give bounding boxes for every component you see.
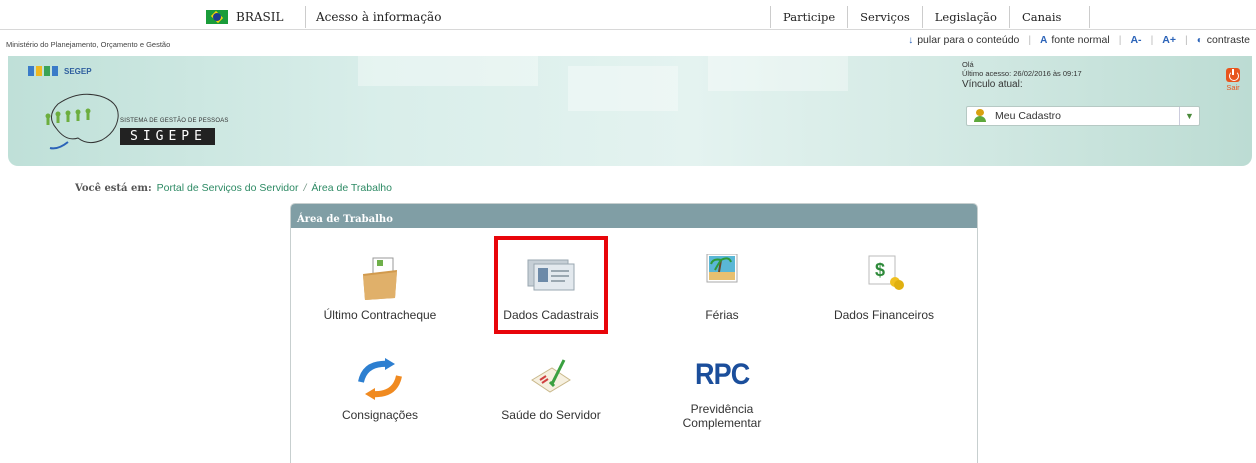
tile-consignacoes[interactable]: Consignações: [295, 354, 465, 422]
user-icon: [973, 109, 987, 123]
chevron-down-icon: ▼: [1179, 107, 1199, 125]
tile-label: Previdência Complementar: [682, 402, 762, 430]
area-de-trabalho-panel: Área de Trabalho Último Contracheque Dad…: [290, 203, 978, 463]
user-info: Olá Último acesso: 26/02/2016 às 09:17 V…: [962, 60, 1082, 90]
normal-font-link[interactable]: A fonte normal: [1040, 34, 1110, 46]
tile-previdencia-complementar[interactable]: RPC Previdência Complementar: [637, 350, 807, 430]
font-icon: A: [1040, 34, 1048, 46]
last-access: Último acesso: 26/02/2016 às 09:17: [962, 69, 1082, 78]
tile-saude-do-servidor[interactable]: Saúde do Servidor: [466, 354, 636, 422]
tile-ferias[interactable]: Férias: [637, 253, 807, 322]
normal-font-label: fonte normal: [1051, 34, 1110, 46]
breadcrumb-portal-link[interactable]: Portal de Serviços do Servidor: [157, 182, 299, 194]
nav-canais[interactable]: Canais: [1008, 6, 1091, 28]
increase-font-link[interactable]: A+: [1162, 34, 1176, 46]
rpc-icon: RPC: [687, 350, 757, 400]
panel-header: Área de Trabalho: [291, 204, 977, 228]
highlight-box: [494, 236, 608, 334]
gov-bar: BRASIL Acesso à informação Participe Ser…: [0, 0, 1256, 30]
breadcrumb: Você está em: Portal de Serviços do Serv…: [75, 182, 392, 194]
tile-ultimo-contracheque[interactable]: Último Contracheque: [295, 254, 465, 322]
gov-nav: Participe Serviços Legislação Canais: [770, 6, 1091, 28]
power-icon: [1226, 68, 1240, 82]
panel-title: Área de Trabalho: [297, 214, 393, 225]
nav-servicos[interactable]: Serviços: [847, 6, 922, 28]
accessibility-bar: Ministério do Planejamento, Orçamento e …: [0, 30, 1256, 56]
health-check-icon: [526, 354, 576, 404]
brasil-link[interactable]: BRASIL: [206, 6, 307, 28]
vinculo-selected: Meu Cadastro: [995, 110, 1061, 122]
segep-logo[interactable]: SEGEP: [28, 66, 92, 76]
rpc-icon-text: RPC: [694, 358, 750, 391]
ministerio-label: Ministério do Planejamento, Orçamento e …: [6, 40, 171, 49]
sigepe-title: SIGEPE: [120, 128, 215, 145]
breadcrumb-prefix: Você está em:: [75, 183, 152, 194]
arrow-down-icon: ↓: [908, 34, 914, 46]
beach-picture-icon: [697, 253, 747, 304]
folder-document-icon: [355, 254, 405, 304]
breadcrumb-separator: /: [303, 182, 307, 194]
nav-participe[interactable]: Participe: [770, 6, 847, 28]
vinculo-label: Vínculo atual:: [962, 79, 1023, 90]
segep-label: SEGEP: [64, 66, 92, 76]
breadcrumb-current: Área de Trabalho: [311, 182, 392, 194]
segep-mark-icon: [28, 66, 58, 76]
logout-label: Sair: [1226, 83, 1240, 92]
arrow-circle-icon: [355, 354, 405, 404]
vinculo-select[interactable]: Meu Cadastro ▼: [966, 106, 1200, 126]
sigepe-logo[interactable]: SISTEMA DE GESTÃO DE PESSOAS SIGEPE: [38, 84, 238, 154]
contrast-link[interactable]: ◐ contraste: [1197, 34, 1250, 46]
decrease-font-link[interactable]: A-: [1130, 34, 1141, 46]
money-dollar-icon: $: [859, 254, 909, 304]
skip-to-content-label: pular para o conteúdo: [917, 34, 1020, 46]
decrease-font-label: A-: [1130, 34, 1142, 46]
sigepe-subtitle: SISTEMA DE GESTÃO DE PESSOAS: [120, 118, 229, 124]
contrast-icon: ◐: [1196, 34, 1203, 46]
tile-dados-financeiros[interactable]: $ Dados Financeiros: [799, 254, 969, 322]
increase-font-label: A+: [1162, 34, 1177, 46]
tile-label: Último Contracheque: [323, 308, 437, 322]
contrast-label: contraste: [1206, 34, 1250, 46]
accessibility-links: ↓ pular para o conteúdo | A fonte normal…: [908, 34, 1250, 46]
tile-label: Dados Financeiros: [833, 308, 935, 322]
acesso-informacao-link[interactable]: Acesso à informação: [316, 10, 441, 24]
brazil-flag-icon: [206, 10, 228, 24]
svg-text:$: $: [875, 260, 885, 280]
tile-label: Consignações: [341, 408, 419, 422]
logout-button[interactable]: Sair: [1222, 68, 1244, 92]
tile-label: Saúde do Servidor: [501, 408, 601, 422]
skip-to-content-link[interactable]: ↓ pular para o conteúdo: [908, 34, 1019, 46]
brasil-label: BRASIL: [236, 10, 284, 24]
nav-legislacao[interactable]: Legislação: [921, 6, 1009, 28]
tile-label: Férias: [705, 308, 739, 322]
greeting: Olá: [962, 60, 974, 69]
